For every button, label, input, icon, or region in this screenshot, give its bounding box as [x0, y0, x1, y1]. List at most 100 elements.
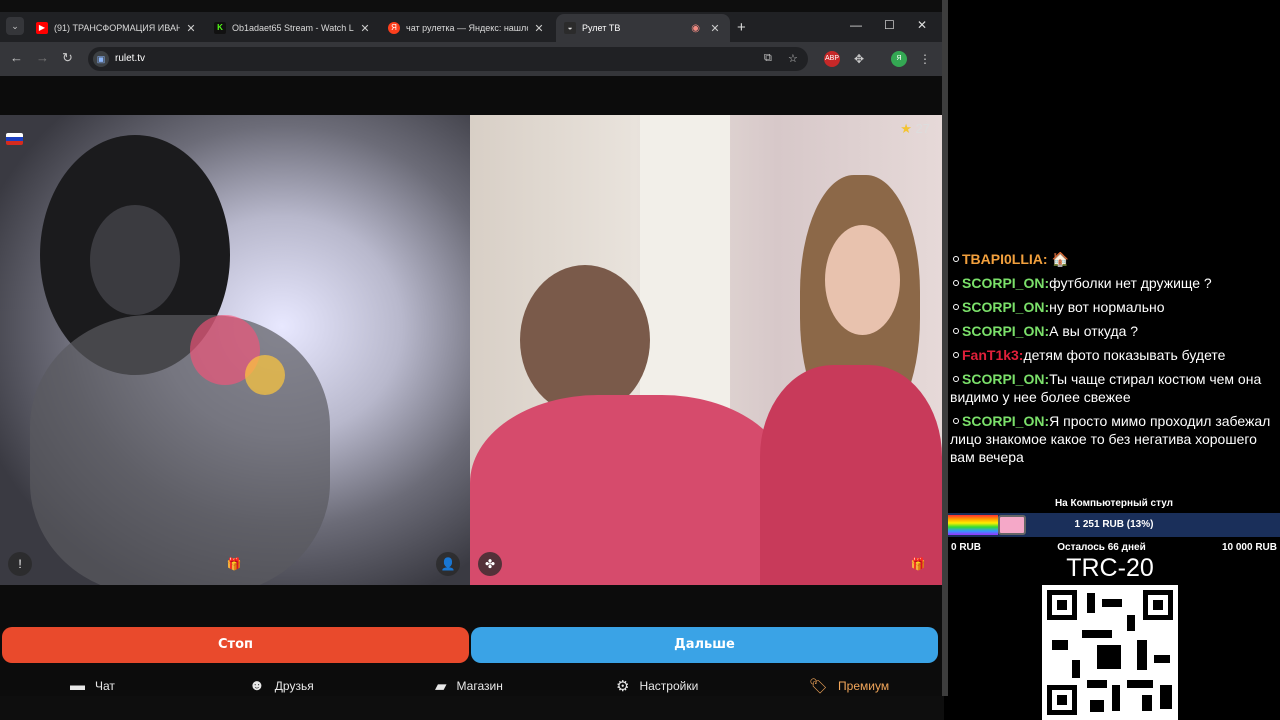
bullet-icon — [953, 352, 959, 358]
recording-icon: ◉ — [691, 22, 700, 34]
effects-icon[interactable]: ✤ — [478, 552, 502, 576]
chat-username: SCORPI_ON: — [962, 323, 1050, 339]
qr-finder — [1047, 590, 1077, 620]
nav-friends[interactable]: ☻ Друзья — [249, 677, 314, 694]
chat-icon: ▬ — [70, 677, 85, 694]
tab-kick[interactable]: K Ob1adaet65 Stream - Watch Li ✕ — [206, 14, 380, 42]
mask — [90, 205, 180, 315]
qr-module — [1072, 660, 1080, 678]
tab-search-icon[interactable]: ⌄ — [6, 17, 24, 35]
close-window-icon[interactable]: ✕ — [917, 18, 927, 32]
close-icon[interactable]: ✕ — [184, 22, 198, 35]
qr-module — [1097, 645, 1121, 669]
rulet-icon: ◒ — [564, 22, 576, 34]
qr-module — [1090, 700, 1104, 712]
nav-settings-label: Настройки — [639, 679, 699, 693]
maximize-icon[interactable]: ☐ — [884, 18, 895, 32]
self-video: ★ 27 ✤ 🎁 — [470, 115, 942, 585]
tab-rulet[interactable]: ◒ Рулет ТВ ◉ ✕ — [556, 14, 730, 42]
adblock-extension-icon[interactable]: ABP — [824, 51, 840, 67]
tab-title: Ob1adaet65 Stream - Watch Li — [232, 23, 354, 33]
qr-module — [1082, 630, 1112, 638]
browser-window: ⌄ ▶ (91) ТРАНСФОРМАЦИЯ ИВАНА ✕ K Ob1adae… — [0, 0, 944, 720]
nav-premium[interactable]: 🏷 Премиум — [809, 677, 889, 695]
close-icon[interactable]: ✕ — [708, 22, 722, 35]
kick-icon: K — [214, 22, 226, 34]
forward-icon[interactable]: → — [36, 50, 49, 65]
tab-yandex[interactable]: Я чат рулетка — Яндекс: нашлось ✕ — [380, 14, 554, 42]
bottom-nav: ▬ Чат ☻ Друзья ▰ Магазин ⚙ Настройки 🏷 Премиу… — [0, 669, 942, 703]
bullet-icon — [953, 376, 959, 382]
man-tracksuit — [470, 395, 790, 585]
chat-text: А вы откуда ? — [1049, 323, 1139, 339]
tab-title: Рулет ТВ — [582, 23, 621, 33]
qr-module — [1142, 695, 1152, 711]
reload-icon[interactable]: ↻ — [62, 50, 73, 66]
bullet-icon — [953, 304, 959, 310]
star-icon: ★ — [900, 121, 912, 136]
address-bar[interactable]: ▣ rulet.tv ⧉ ☆ — [88, 47, 808, 71]
chat-text: футболки нет дружище ? — [1049, 275, 1212, 291]
close-icon[interactable]: ✕ — [358, 22, 372, 35]
bullet-icon — [953, 328, 959, 334]
qr-module — [1102, 599, 1122, 607]
stream-chat-overlay: TBAPI0LLIA: 🏠 SCORPI_ON:футболки нет дру… — [948, 250, 1280, 472]
shop-bag-icon: ▰ — [435, 678, 447, 695]
bookmark-star-icon[interactable]: ☆ — [788, 52, 798, 65]
tag-icon: 🏷 — [809, 678, 829, 695]
new-tab-icon[interactable]: + — [737, 19, 746, 36]
profile-avatar[interactable]: Я — [891, 51, 907, 67]
chat-message: TBAPI0LLIA: 🏠 — [948, 250, 1280, 268]
qr-module — [1154, 655, 1170, 663]
navigation-bar: ← → ↻ ▣ rulet.tv ⧉ ☆ ABP ✥ Я ⋮ — [0, 42, 944, 76]
yandex-icon: Я — [388, 22, 400, 34]
qr-finder — [1047, 685, 1077, 715]
install-app-icon[interactable]: ⧉ — [764, 52, 772, 65]
profile-icon[interactable]: 👤 — [436, 552, 460, 576]
stranger-video: ! 🎁 👤 — [0, 115, 470, 585]
nav-friends-label: Друзья — [274, 678, 314, 693]
minimize-icon[interactable]: — — [850, 18, 862, 32]
crypto-label: TRC-20 — [1066, 554, 1154, 582]
qr-module — [1112, 685, 1120, 711]
report-icon[interactable]: ! — [8, 552, 32, 576]
url-text[interactable]: rulet.tv — [115, 53, 145, 64]
donation-goal-widget: На Компьютерный стул 1 251 RUB (13%) 0 R… — [948, 495, 1280, 553]
stop-button[interactable]: Стоп — [2, 627, 469, 663]
gift-icon[interactable]: 🎁 — [906, 552, 930, 576]
chat-message: FanT1k3:детям фото показывать будете — [948, 346, 1280, 364]
tab-strip: ⌄ ▶ (91) ТРАНСФОРМАЦИЯ ИВАНА ✕ K Ob1adae… — [0, 12, 944, 42]
bullet-icon — [953, 256, 959, 262]
extensions-icon[interactable]: ✥ — [851, 51, 867, 67]
nav-settings[interactable]: ⚙ Настройки — [616, 677, 698, 695]
nav-shop-label: Магазин — [456, 679, 503, 693]
shelf — [640, 115, 730, 415]
light-spot — [245, 355, 285, 395]
tab-youtube[interactable]: ▶ (91) ТРАНСФОРМАЦИЯ ИВАНА ✕ — [28, 14, 206, 42]
qr-module — [1127, 680, 1153, 688]
rating: ★ 27 — [900, 121, 930, 137]
tab-title: (91) ТРАНСФОРМАЦИЯ ИВАНА — [54, 23, 180, 33]
goal-amount: 1 251 RUB (13%) — [1074, 519, 1154, 530]
chat-username: TBAPI0LLIA: — [962, 251, 1048, 267]
bullet-icon — [953, 280, 959, 286]
qr-code — [1042, 585, 1178, 720]
qr-module — [1127, 615, 1135, 631]
chat-text: ну вот нормально — [1049, 299, 1165, 315]
back-icon[interactable]: ← — [10, 50, 23, 65]
site-info-icon[interactable]: ▣ — [93, 51, 109, 67]
chat-username: SCORPI_ON: — [962, 275, 1050, 291]
nav-chat[interactable]: ▬ Чат — [70, 677, 115, 694]
goal-remaining: Осталось 66 дней — [1057, 542, 1146, 553]
chat-username: SCORPI_ON: — [962, 299, 1050, 315]
kebab-menu-icon[interactable]: ⋮ — [917, 51, 933, 67]
next-button[interactable]: Дальше — [471, 627, 938, 663]
nav-shop[interactable]: ▰ Магазин — [435, 677, 503, 695]
close-icon[interactable]: ✕ — [532, 22, 546, 35]
tab-title: чат рулетка — Яндекс: нашлось — [406, 23, 528, 33]
youtube-icon: ▶ — [36, 22, 48, 34]
nav-premium-label: Премиум — [838, 679, 890, 693]
gift-icon[interactable]: 🎁 — [222, 552, 246, 576]
jacket — [30, 315, 330, 585]
rating-value: 27 — [915, 121, 930, 136]
